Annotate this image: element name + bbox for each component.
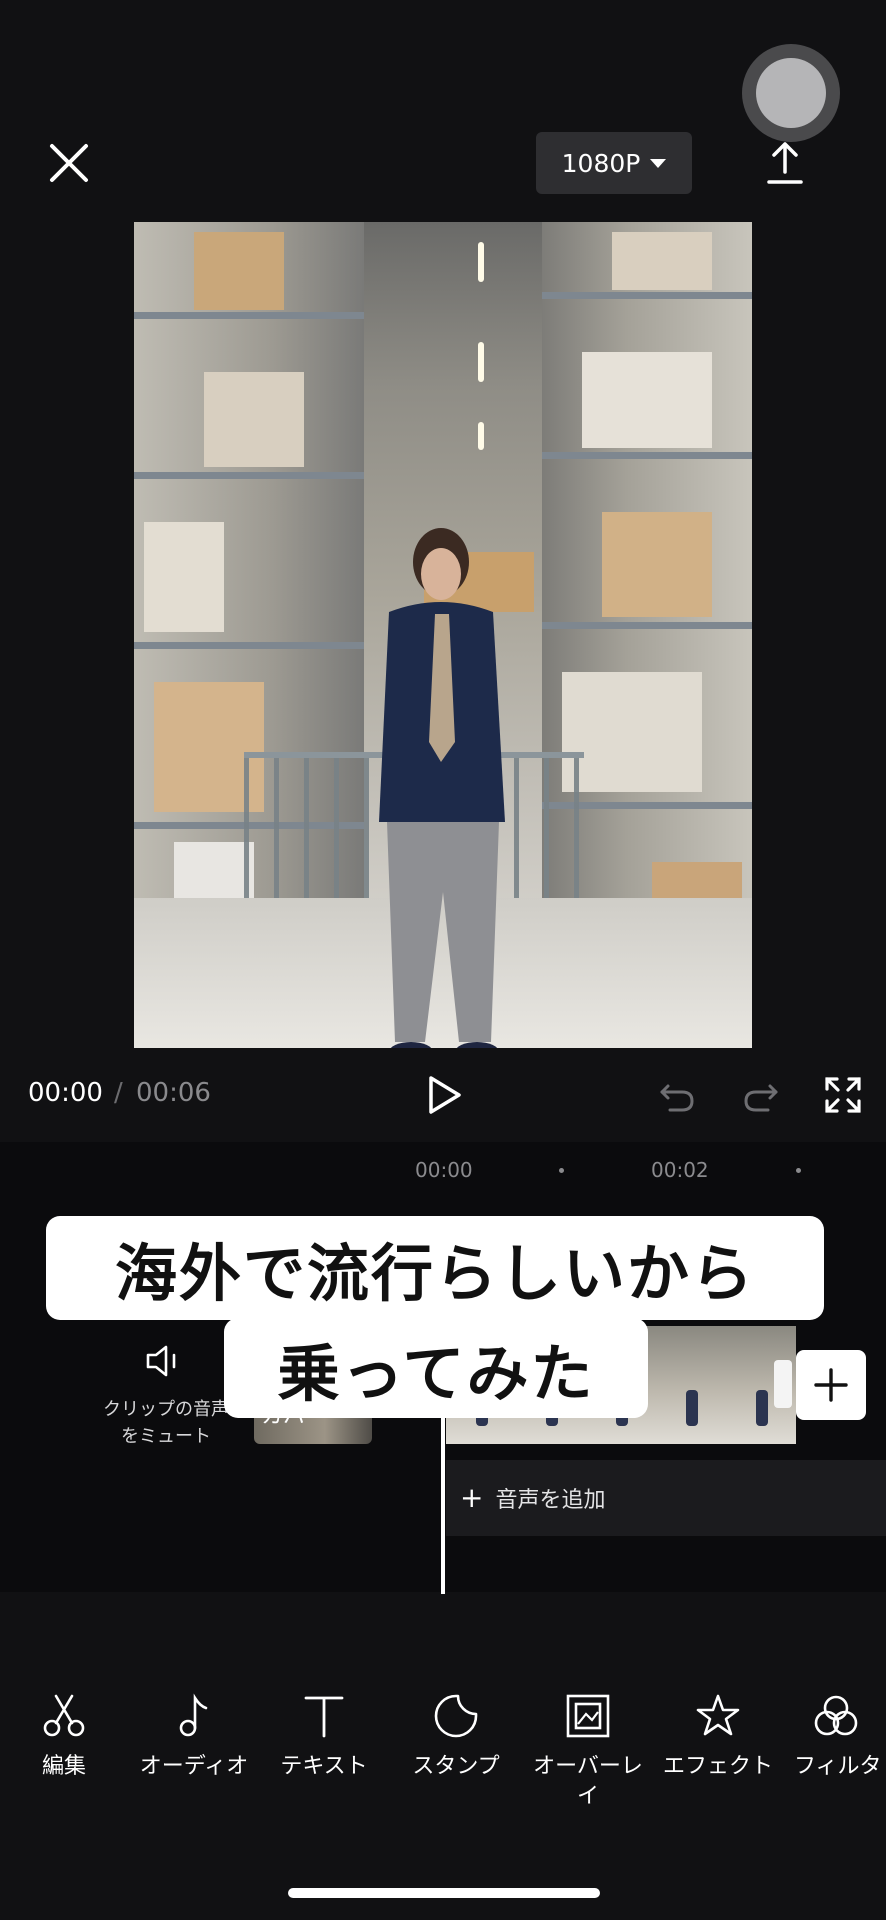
overlay-icon — [566, 1694, 610, 1738]
tool-label: オーディオ — [139, 1754, 249, 1779]
scissors-icon — [43, 1694, 85, 1737]
tool-filter[interactable]: フィルタ — [786, 1692, 886, 1782]
timeline-tick-dot — [559, 1168, 564, 1173]
fullscreen-button[interactable] — [824, 1076, 862, 1114]
plus-icon: + — [460, 1481, 484, 1514]
caption-line-1: 海外で流行らしいから — [46, 1216, 824, 1320]
play-icon — [429, 1076, 461, 1114]
ceiling-light — [478, 342, 484, 382]
home-indicator[interactable] — [288, 1888, 600, 1898]
tool-label: スタンプ — [412, 1754, 500, 1779]
tool-effect[interactable]: エフェクト — [654, 1692, 782, 1782]
tool-label: エフェクト — [662, 1754, 773, 1779]
current-time: 00:00 — [28, 1078, 103, 1108]
total-duration: 00:06 — [136, 1078, 211, 1108]
redo-button[interactable] — [742, 1076, 780, 1114]
undo-icon — [660, 1084, 694, 1112]
video-preview[interactable] — [134, 222, 752, 1048]
undo-button[interactable] — [658, 1076, 696, 1114]
tool-label: フィルタ — [794, 1754, 882, 1779]
filter-icon — [814, 1695, 858, 1736]
mute-clip-label: クリップの音声をミュート — [103, 1399, 229, 1447]
tool-edit[interactable]: 編集 — [0, 1692, 128, 1782]
speaker-icon — [146, 1345, 176, 1377]
tool-sticker[interactable]: スタンプ — [392, 1692, 520, 1782]
timeline-tick: 00:00 — [415, 1158, 473, 1182]
close-button[interactable] — [44, 138, 94, 188]
effect-star-icon — [696, 1694, 740, 1736]
play-button[interactable] — [425, 1074, 465, 1116]
close-icon — [50, 144, 88, 182]
timeline-tick: 00:02 — [651, 1158, 709, 1182]
tool-overlay[interactable]: オーバーレイ — [524, 1692, 652, 1812]
resolution-dropdown[interactable]: 1080P — [536, 132, 692, 194]
text-icon — [304, 1696, 344, 1738]
timeline-tick-dot — [796, 1168, 801, 1173]
sticker-icon — [434, 1694, 478, 1738]
tool-audio[interactable]: オーディオ — [130, 1692, 258, 1782]
add-clip-button[interactable] — [796, 1350, 866, 1420]
clip-trim-handle[interactable] — [774, 1360, 792, 1408]
ceiling-light — [478, 422, 484, 450]
record-button[interactable] — [742, 44, 840, 142]
tool-label: テキスト — [280, 1754, 368, 1779]
redo-icon — [744, 1084, 778, 1112]
tool-text[interactable]: テキスト — [260, 1692, 388, 1782]
add-audio-button[interactable]: + 音声を追加 — [446, 1460, 886, 1536]
upload-icon — [767, 142, 803, 184]
person-figure — [379, 528, 505, 1048]
tool-label: 編集 — [41, 1754, 86, 1779]
music-note-icon — [179, 1693, 208, 1737]
add-audio-label: 音声を追加 — [495, 1488, 606, 1513]
record-icon — [756, 58, 826, 128]
tool-label: オーバーレイ — [533, 1754, 643, 1809]
export-button[interactable] — [760, 138, 810, 188]
ceiling-light — [478, 242, 484, 282]
chevron-down-icon — [650, 158, 667, 168]
time-separator: / — [114, 1078, 123, 1108]
plus-icon — [814, 1368, 848, 1402]
mute-clip-button[interactable] — [144, 1344, 184, 1378]
caption-line-2: 乗ってみた — [224, 1318, 648, 1418]
fullscreen-icon — [825, 1077, 861, 1113]
resolution-label: 1080P — [561, 148, 641, 178]
